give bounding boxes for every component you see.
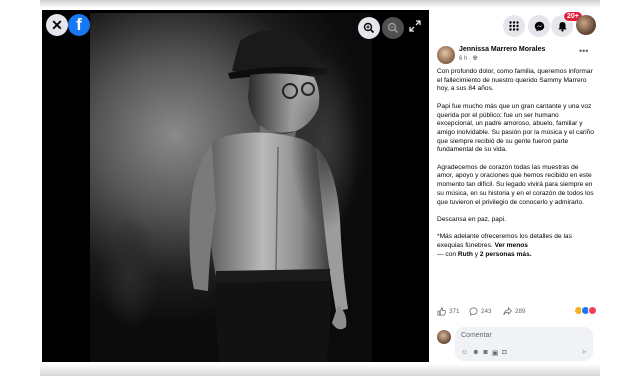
close-icon: ✕: [51, 16, 63, 33]
thumbs-up-icon: [437, 307, 446, 316]
zoom-out-button[interactable]: [382, 17, 404, 39]
comment-tools: ☺ ☻ ◙ ▣ ◘: [461, 349, 507, 357]
sticker-icon[interactable]: ◘: [502, 349, 506, 357]
photo-bokeh: [100, 213, 160, 333]
post-paragraph: Con profundo dolor, como familia, querem…: [437, 68, 593, 93]
emoji-icon[interactable]: ☻: [472, 349, 479, 357]
expand-button[interactable]: [407, 18, 423, 34]
zoom-in-icon: [363, 22, 375, 34]
like-count[interactable]: 371: [437, 307, 460, 316]
comment-input[interactable]: Comentar ☺ ☻ ◙ ▣ ◘ ➤: [455, 327, 593, 361]
screenshot-frame: ✕ f 20+ Jennissa Marrero Morales 6 h · 🌐…: [0, 0, 640, 376]
comment-count-text: 243: [481, 308, 492, 315]
comment-bubble-icon: [469, 307, 478, 316]
expand-icon: [409, 20, 421, 32]
facebook-logo-icon[interactable]: f: [68, 14, 90, 36]
bottom-shadow: [40, 364, 600, 376]
post-paragraph: Papi fue mucho más que un gran cantante …: [437, 102, 594, 154]
tagged-mid: y: [474, 250, 479, 258]
account-avatar[interactable]: [576, 15, 596, 35]
share-icon: [503, 307, 512, 315]
tagged-people: — con Ruth y 2 personas más.: [437, 251, 595, 260]
reaction-emoji-stack[interactable]: [574, 306, 597, 315]
top-shadow: [40, 0, 600, 8]
post-closing: *Más adelante ofreceremos los detalles d…: [437, 233, 595, 250]
tagged-prefix: — con: [437, 250, 457, 258]
share-count-text: 289: [515, 308, 526, 315]
author-name[interactable]: Jennissa Marrero Morales: [459, 46, 545, 53]
grid-menu-icon: [509, 21, 519, 31]
menu-button[interactable]: [503, 15, 525, 37]
send-icon[interactable]: ➤: [581, 348, 587, 356]
zoom-out-icon: [387, 22, 399, 34]
comment-placeholder: Comentar: [461, 332, 492, 339]
messenger-button[interactable]: [528, 15, 550, 37]
post-photo[interactable]: [90, 13, 372, 362]
post-timestamp[interactable]: 6 h · 🌐︎: [459, 56, 478, 63]
bell-icon: [557, 21, 567, 32]
photo-viewer: [42, 10, 429, 362]
like-count-text: 371: [449, 308, 460, 315]
share-count[interactable]: 289: [503, 307, 526, 316]
author-avatar[interactable]: [437, 46, 455, 64]
gif-icon[interactable]: ▣: [492, 349, 499, 357]
post-paragraph: Descansa en paz, papi.: [437, 215, 506, 223]
reactions-bar: 371 243 289: [437, 306, 597, 318]
see-less-link[interactable]: Ver menos: [495, 242, 528, 249]
sad-reaction-icon: [588, 306, 597, 315]
photo-bokeh: [290, 53, 360, 233]
messenger-icon: [534, 21, 544, 31]
avatar-sticker-icon[interactable]: ☺: [461, 349, 468, 357]
globe-icon: 🌐︎: [472, 56, 478, 62]
camera-icon[interactable]: ◙: [484, 349, 488, 357]
post-body: Con profundo dolor, como familia, querem…: [437, 68, 595, 259]
zoom-in-button[interactable]: [358, 17, 380, 39]
tagged-person-link[interactable]: Ruth: [458, 251, 473, 258]
more-options-icon[interactable]: •••: [579, 46, 588, 56]
post-time-text: 6 h: [459, 56, 468, 62]
commenter-avatar: [437, 330, 451, 344]
comment-count[interactable]: 243: [469, 307, 492, 316]
post-panel: Jennissa Marrero Morales 6 h · 🌐︎ ••• Co…: [429, 40, 600, 364]
close-button[interactable]: ✕: [46, 14, 68, 36]
post-paragraph: Agradecemos de corazón todas las muestra…: [437, 163, 594, 206]
tagged-others-link[interactable]: 2 personas más.: [480, 251, 532, 258]
